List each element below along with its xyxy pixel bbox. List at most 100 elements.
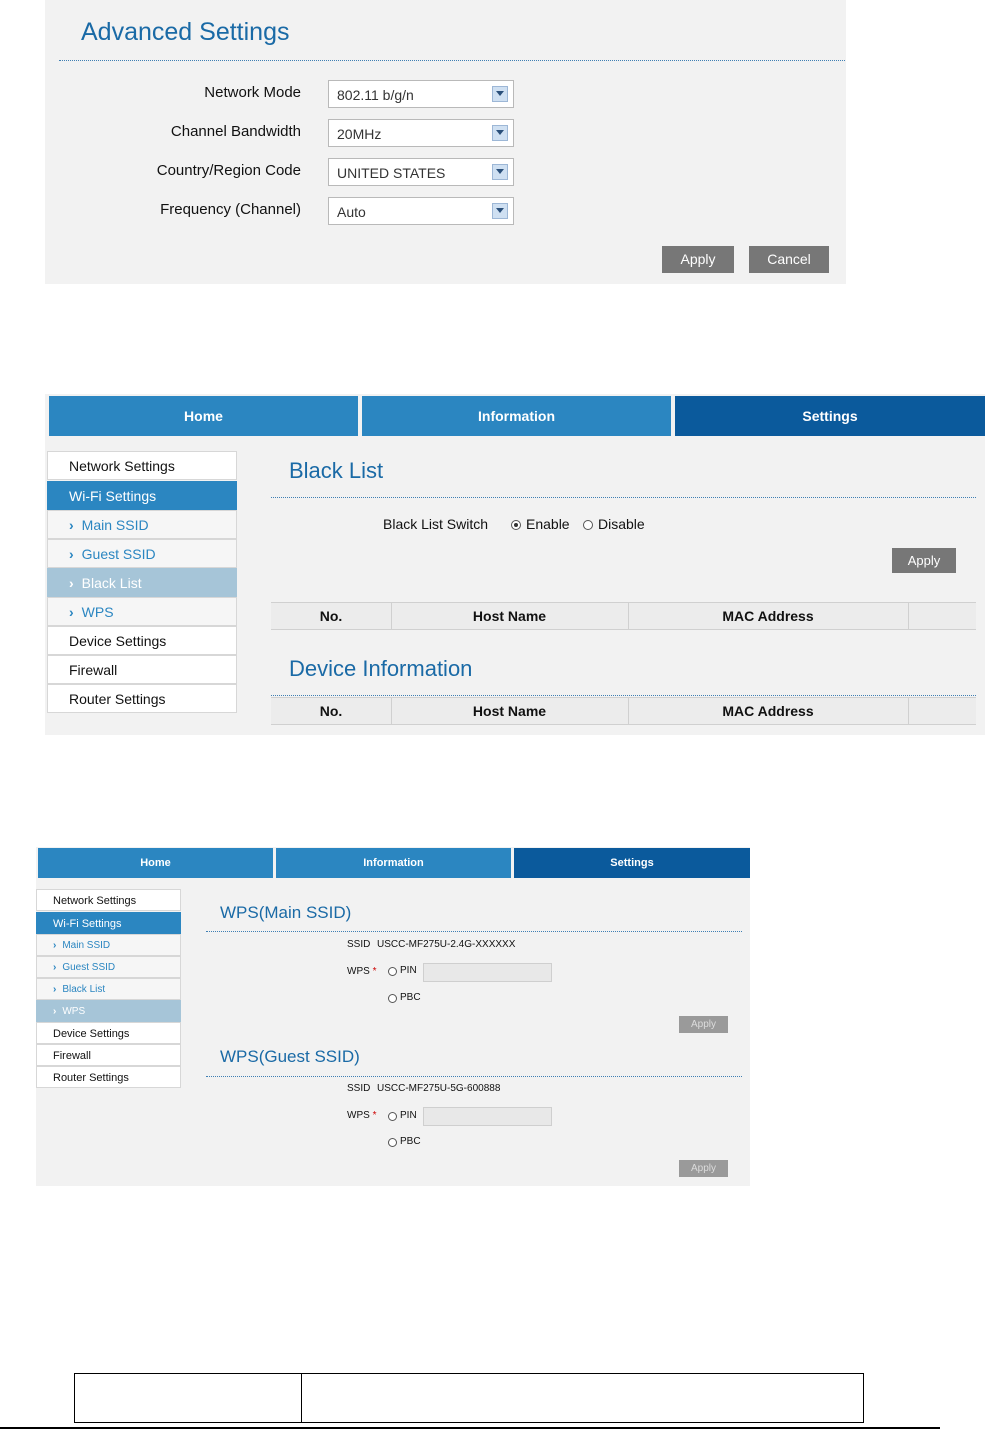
disable-label: Disable bbox=[598, 516, 645, 532]
sidebar-item-wifi-settings[interactable]: Wi-Fi Settings bbox=[36, 912, 181, 934]
sidebar-item-label: Guest SSID bbox=[81, 546, 156, 562]
chevron-down-icon[interactable] bbox=[492, 203, 508, 219]
document-table bbox=[74, 1373, 864, 1423]
apply-button[interactable]: Apply bbox=[679, 1016, 728, 1033]
ssid-label: SSID bbox=[347, 939, 371, 950]
column-no: No. bbox=[319, 703, 343, 719]
page-bottom-rule bbox=[0, 1427, 940, 1429]
title-divider bbox=[271, 497, 976, 498]
column-no: No. bbox=[319, 608, 343, 624]
chevron-right-icon: › bbox=[69, 546, 74, 562]
wps-label-text: WPS bbox=[347, 966, 370, 977]
chevron-right-icon: › bbox=[69, 604, 74, 620]
sidebar-item-wifi-settings[interactable]: Wi-Fi Settings bbox=[47, 481, 237, 510]
tab-settings[interactable]: Settings bbox=[675, 396, 985, 436]
sidebar-item-network-settings[interactable]: Network Settings bbox=[36, 889, 181, 911]
sidebar-item-black-list[interactable]: › Black List bbox=[47, 568, 237, 597]
sidebar-item-device-settings[interactable]: Device Settings bbox=[36, 1022, 181, 1044]
cancel-button[interactable]: Cancel bbox=[749, 246, 829, 273]
country-region-value: UNITED STATES bbox=[337, 165, 446, 181]
column-divider bbox=[908, 698, 909, 724]
sidebar-item-firewall[interactable]: Firewall bbox=[47, 655, 237, 684]
title-divider bbox=[271, 695, 976, 696]
network-mode-label: Network Mode bbox=[204, 84, 301, 101]
sidebar-item-wps[interactable]: › WPS bbox=[36, 1000, 181, 1022]
sidebar-item-main-ssid[interactable]: › Main SSID bbox=[36, 934, 181, 956]
wps-panel: Home Information Settings Network Settin… bbox=[36, 847, 750, 1186]
device-info-table-header: No. Host Name MAC Address bbox=[271, 697, 976, 725]
sidebar-item-main-ssid[interactable]: › Main SSID bbox=[47, 510, 237, 539]
tab-information[interactable]: Information bbox=[276, 848, 511, 878]
sidebar-item-label: Guest SSID bbox=[62, 962, 116, 973]
title-divider bbox=[59, 60, 845, 61]
column-mac-address: MAC Address bbox=[722, 703, 814, 719]
page-title: Advanced Settings bbox=[81, 18, 290, 46]
frequency-channel-value: Auto bbox=[337, 204, 366, 220]
column-host-name: Host Name bbox=[472, 608, 547, 624]
chevron-right-icon: › bbox=[69, 575, 74, 591]
wps-label: WPS * bbox=[347, 966, 376, 977]
wps-label: WPS * bbox=[347, 1110, 376, 1121]
pin-label: PIN bbox=[400, 1110, 417, 1121]
sidebar-item-guest-ssid[interactable]: › Guest SSID bbox=[36, 956, 181, 978]
sidebar-item-router-settings[interactable]: Router Settings bbox=[47, 684, 237, 713]
sidebar-item-guest-ssid[interactable]: › Guest SSID bbox=[47, 539, 237, 568]
ssid-label: SSID bbox=[347, 1083, 371, 1094]
sidebar-item-label: WPS bbox=[62, 1006, 86, 1017]
pin-radio[interactable] bbox=[388, 1112, 397, 1121]
channel-bandwidth-select[interactable]: 20MHz bbox=[328, 119, 514, 147]
ssid-value: USCC-MF275U-2.4G-XXXXXX bbox=[377, 939, 516, 950]
sidebar-item-wps[interactable]: › WPS bbox=[47, 597, 237, 626]
apply-button[interactable]: Apply bbox=[892, 548, 956, 573]
country-region-select[interactable]: UNITED STATES bbox=[328, 158, 514, 186]
tab-home[interactable]: Home bbox=[49, 396, 358, 436]
sidebar-item-firewall[interactable]: Firewall bbox=[36, 1044, 181, 1066]
black-list-table-header: No. Host Name MAC Address bbox=[271, 602, 976, 630]
sidebar-item-label: Main SSID bbox=[62, 940, 111, 951]
table-column-divider bbox=[301, 1374, 302, 1422]
sidebar-item-network-settings[interactable]: Network Settings bbox=[47, 451, 237, 480]
sidebar-item-black-list[interactable]: › Black List bbox=[36, 978, 181, 1000]
chevron-down-icon[interactable] bbox=[492, 125, 508, 141]
sidebar-item-label: Black List bbox=[81, 575, 142, 591]
black-list-title: Black List bbox=[289, 458, 384, 483]
tab-settings[interactable]: Settings bbox=[514, 848, 750, 878]
network-mode-select[interactable]: 802.11 b/g/n bbox=[328, 80, 514, 108]
required-mark: * bbox=[372, 1110, 377, 1121]
title-divider bbox=[206, 931, 742, 932]
channel-bandwidth-value: 20MHz bbox=[337, 126, 382, 142]
frequency-channel-select[interactable]: Auto bbox=[328, 197, 514, 225]
pbc-label: PBC bbox=[400, 992, 421, 1003]
tab-information[interactable]: Information bbox=[362, 396, 671, 436]
chevron-down-icon[interactable] bbox=[492, 164, 508, 180]
tab-home[interactable]: Home bbox=[38, 848, 273, 878]
pin-input[interactable] bbox=[423, 1107, 552, 1126]
pin-radio[interactable] bbox=[388, 967, 397, 976]
sidebar-item-router-settings[interactable]: Router Settings bbox=[36, 1066, 181, 1088]
chevron-right-icon: › bbox=[53, 1006, 57, 1017]
apply-button[interactable]: Apply bbox=[662, 246, 734, 273]
sidebar-item-label: Black List bbox=[62, 984, 106, 995]
disable-radio[interactable] bbox=[583, 520, 593, 530]
title-divider bbox=[206, 1076, 742, 1077]
pin-input[interactable] bbox=[423, 963, 552, 982]
required-mark: * bbox=[372, 966, 377, 977]
pbc-radio[interactable] bbox=[388, 994, 397, 1003]
enable-radio[interactable] bbox=[511, 520, 521, 530]
wps-main-ssid-title: WPS(Main SSID) bbox=[220, 903, 352, 922]
country-region-label: Country/Region Code bbox=[156, 162, 301, 179]
sidebar-item-label: WPS bbox=[81, 604, 114, 620]
device-information-title: Device Information bbox=[289, 656, 473, 681]
column-mac-address: MAC Address bbox=[722, 608, 814, 624]
black-list-switch-label: Black List Switch bbox=[383, 516, 489, 532]
chevron-right-icon: › bbox=[53, 984, 57, 995]
chevron-right-icon: › bbox=[53, 940, 57, 951]
column-divider bbox=[908, 603, 909, 629]
sidebar-item-device-settings[interactable]: Device Settings bbox=[47, 626, 237, 655]
pbc-radio[interactable] bbox=[388, 1138, 397, 1147]
apply-button[interactable]: Apply bbox=[679, 1160, 728, 1177]
wps-label-text: WPS bbox=[347, 1110, 370, 1121]
chevron-down-icon[interactable] bbox=[492, 86, 508, 102]
pin-label: PIN bbox=[400, 965, 417, 976]
wps-guest-ssid-title: WPS(Guest SSID) bbox=[220, 1047, 360, 1066]
